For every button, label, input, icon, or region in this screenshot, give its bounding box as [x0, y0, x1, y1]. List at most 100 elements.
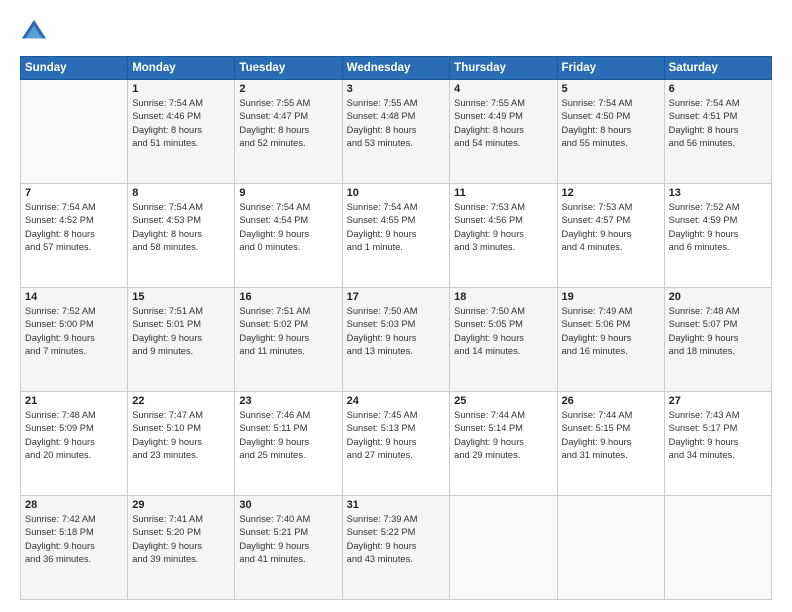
day-info: Sunrise: 7:52 AM Sunset: 4:59 PM Dayligh…: [669, 201, 767, 255]
day-info: Sunrise: 7:54 AM Sunset: 4:52 PM Dayligh…: [25, 201, 123, 255]
day-info: Sunrise: 7:52 AM Sunset: 5:00 PM Dayligh…: [25, 305, 123, 359]
calendar-cell: 1Sunrise: 7:54 AM Sunset: 4:46 PM Daylig…: [128, 80, 235, 184]
calendar-cell: 17 Sunrise: 7:50 AM Sunset: 5:03 PM Dayli…: [342, 288, 450, 392]
day-number: 10: [347, 187, 446, 199]
day-info: Sunrise: 7:49 AM Sunset: 5:06 PM Dayligh…: [562, 305, 660, 359]
day-number: 18: [454, 291, 552, 303]
day-number: 28: [25, 499, 123, 511]
day-info: Sunrise: 7:54 AM Sunset: 4:55 PM Dayligh…: [347, 201, 446, 255]
calendar-header-row: SundayMondayTuesdayWednesdayThursdayFrid…: [21, 57, 772, 80]
day-info: Sunrise: 7:51 AM Sunset: 5:02 PM Dayligh…: [239, 305, 337, 359]
calendar-cell: 11Sunrise: 7:53 AM Sunset: 4:56 PM Dayli…: [450, 184, 557, 288]
day-info: Sunrise: 7:46 AM Sunset: 5:11 PM Dayligh…: [239, 409, 337, 463]
calendar-cell: [450, 496, 557, 600]
calendar-cell: 16 Sunrise: 7:51 AM Sunset: 5:02 PM Dayli…: [235, 288, 342, 392]
day-number: 17: [347, 291, 446, 303]
day-number: 27: [669, 395, 767, 407]
day-number: 13: [669, 187, 767, 199]
calendar-cell: 5Sunrise: 7:54 AM Sunset: 4:50 PM Daylig…: [557, 80, 664, 184]
page: SundayMondayTuesdayWednesdayThursdayFrid…: [0, 0, 792, 612]
day-number: 19: [562, 291, 660, 303]
day-number: 29: [132, 499, 230, 511]
calendar-cell: 30 Sunrise: 7:40 AM Sunset: 5:21 PM Dayli…: [235, 496, 342, 600]
calendar: SundayMondayTuesdayWednesdayThursdayFrid…: [20, 56, 772, 600]
calendar-cell: 18 Sunrise: 7:50 AM Sunset: 5:05 PM Dayli…: [450, 288, 557, 392]
calendar-cell: 31 Sunrise: 7:39 AM Sunset: 5:22 PM Dayli…: [342, 496, 450, 600]
day-number: 22: [132, 395, 230, 407]
day-number: 9: [239, 187, 337, 199]
day-info: Sunrise: 7:41 AM Sunset: 5:20 PM Dayligh…: [132, 513, 230, 567]
calendar-cell: 29 Sunrise: 7:41 AM Sunset: 5:20 PM Dayli…: [128, 496, 235, 600]
day-info: Sunrise: 7:47 AM Sunset: 5:10 PM Dayligh…: [132, 409, 230, 463]
day-info: Sunrise: 7:54 AM Sunset: 4:51 PM Dayligh…: [669, 97, 767, 151]
column-header-wednesday: Wednesday: [342, 57, 450, 80]
day-number: 7: [25, 187, 123, 199]
day-number: 20: [669, 291, 767, 303]
day-info: Sunrise: 7:44 AM Sunset: 5:14 PM Dayligh…: [454, 409, 552, 463]
day-number: 11: [454, 187, 552, 199]
calendar-cell: 8Sunrise: 7:54 AM Sunset: 4:53 PM Daylig…: [128, 184, 235, 288]
day-info: Sunrise: 7:40 AM Sunset: 5:21 PM Dayligh…: [239, 513, 337, 567]
calendar-week-row: 21 Sunrise: 7:48 AM Sunset: 5:09 PM Dayli…: [21, 392, 772, 496]
day-info: Sunrise: 7:55 AM Sunset: 4:47 PM Dayligh…: [239, 97, 337, 151]
day-info: Sunrise: 7:50 AM Sunset: 5:03 PM Dayligh…: [347, 305, 446, 359]
calendar-cell: [21, 80, 128, 184]
calendar-cell: [557, 496, 664, 600]
column-header-saturday: Saturday: [664, 57, 771, 80]
day-number: 23: [239, 395, 337, 407]
calendar-cell: 22 Sunrise: 7:47 AM Sunset: 5:10 PM Dayli…: [128, 392, 235, 496]
logo: [20, 18, 52, 46]
column-header-monday: Monday: [128, 57, 235, 80]
day-info: Sunrise: 7:55 AM Sunset: 4:49 PM Dayligh…: [454, 97, 552, 151]
calendar-cell: 24 Sunrise: 7:45 AM Sunset: 5:13 PM Dayli…: [342, 392, 450, 496]
day-info: Sunrise: 7:50 AM Sunset: 5:05 PM Dayligh…: [454, 305, 552, 359]
day-number: 21: [25, 395, 123, 407]
calendar-cell: 15Sunrise: 7:51 AM Sunset: 5:01 PM Dayli…: [128, 288, 235, 392]
day-info: Sunrise: 7:55 AM Sunset: 4:48 PM Dayligh…: [347, 97, 446, 151]
day-number: 25: [454, 395, 552, 407]
calendar-cell: 3Sunrise: 7:55 AM Sunset: 4:48 PM Daylig…: [342, 80, 450, 184]
day-info: Sunrise: 7:43 AM Sunset: 5:17 PM Dayligh…: [669, 409, 767, 463]
column-header-tuesday: Tuesday: [235, 57, 342, 80]
calendar-cell: 19 Sunrise: 7:49 AM Sunset: 5:06 PM Dayli…: [557, 288, 664, 392]
day-number: 14: [25, 291, 123, 303]
calendar-cell: 4Sunrise: 7:55 AM Sunset: 4:49 PM Daylig…: [450, 80, 557, 184]
day-info: Sunrise: 7:44 AM Sunset: 5:15 PM Dayligh…: [562, 409, 660, 463]
calendar-week-row: 7 Sunrise: 7:54 AM Sunset: 4:52 PM Daylig…: [21, 184, 772, 288]
calendar-cell: 12Sunrise: 7:53 AM Sunset: 4:57 PM Dayli…: [557, 184, 664, 288]
column-header-sunday: Sunday: [21, 57, 128, 80]
day-number: 31: [347, 499, 446, 511]
calendar-cell: 13 Sunrise: 7:52 AM Sunset: 4:59 PM Dayli…: [664, 184, 771, 288]
day-info: Sunrise: 7:54 AM Sunset: 4:46 PM Dayligh…: [132, 97, 230, 151]
calendar-cell: 9 Sunrise: 7:54 AM Sunset: 4:54 PM Daylig…: [235, 184, 342, 288]
day-info: Sunrise: 7:45 AM Sunset: 5:13 PM Dayligh…: [347, 409, 446, 463]
calendar-cell: 27 Sunrise: 7:43 AM Sunset: 5:17 PM Dayli…: [664, 392, 771, 496]
day-number: 16: [239, 291, 337, 303]
calendar-cell: 10 Sunrise: 7:54 AM Sunset: 4:55 PM Dayli…: [342, 184, 450, 288]
day-number: 26: [562, 395, 660, 407]
day-info: Sunrise: 7:54 AM Sunset: 4:50 PM Dayligh…: [562, 97, 660, 151]
day-number: 30: [239, 499, 337, 511]
day-info: Sunrise: 7:51 AM Sunset: 5:01 PM Dayligh…: [132, 305, 230, 359]
calendar-cell: 20Sunrise: 7:48 AM Sunset: 5:07 PM Dayli…: [664, 288, 771, 392]
calendar-cell: 7 Sunrise: 7:54 AM Sunset: 4:52 PM Daylig…: [21, 184, 128, 288]
logo-icon: [20, 18, 48, 46]
column-header-friday: Friday: [557, 57, 664, 80]
day-info: Sunrise: 7:42 AM Sunset: 5:18 PM Dayligh…: [25, 513, 123, 567]
calendar-cell: 28 Sunrise: 7:42 AM Sunset: 5:18 PM Dayli…: [21, 496, 128, 600]
calendar-cell: 25 Sunrise: 7:44 AM Sunset: 5:14 PM Dayli…: [450, 392, 557, 496]
day-info: Sunrise: 7:54 AM Sunset: 4:54 PM Dayligh…: [239, 201, 337, 255]
day-number: 2: [239, 83, 337, 95]
calendar-week-row: 28 Sunrise: 7:42 AM Sunset: 5:18 PM Dayli…: [21, 496, 772, 600]
calendar-cell: [664, 496, 771, 600]
column-header-thursday: Thursday: [450, 57, 557, 80]
calendar-week-row: 14 Sunrise: 7:52 AM Sunset: 5:00 PM Dayli…: [21, 288, 772, 392]
calendar-cell: 2 Sunrise: 7:55 AM Sunset: 4:47 PM Daylig…: [235, 80, 342, 184]
day-info: Sunrise: 7:48 AM Sunset: 5:09 PM Dayligh…: [25, 409, 123, 463]
calendar-cell: 26 Sunrise: 7:44 AM Sunset: 5:15 PM Dayli…: [557, 392, 664, 496]
day-info: Sunrise: 7:53 AM Sunset: 4:57 PM Dayligh…: [562, 201, 660, 255]
day-info: Sunrise: 7:39 AM Sunset: 5:22 PM Dayligh…: [347, 513, 446, 567]
day-number: 24: [347, 395, 446, 407]
header: [20, 18, 772, 46]
calendar-cell: 21 Sunrise: 7:48 AM Sunset: 5:09 PM Dayli…: [21, 392, 128, 496]
